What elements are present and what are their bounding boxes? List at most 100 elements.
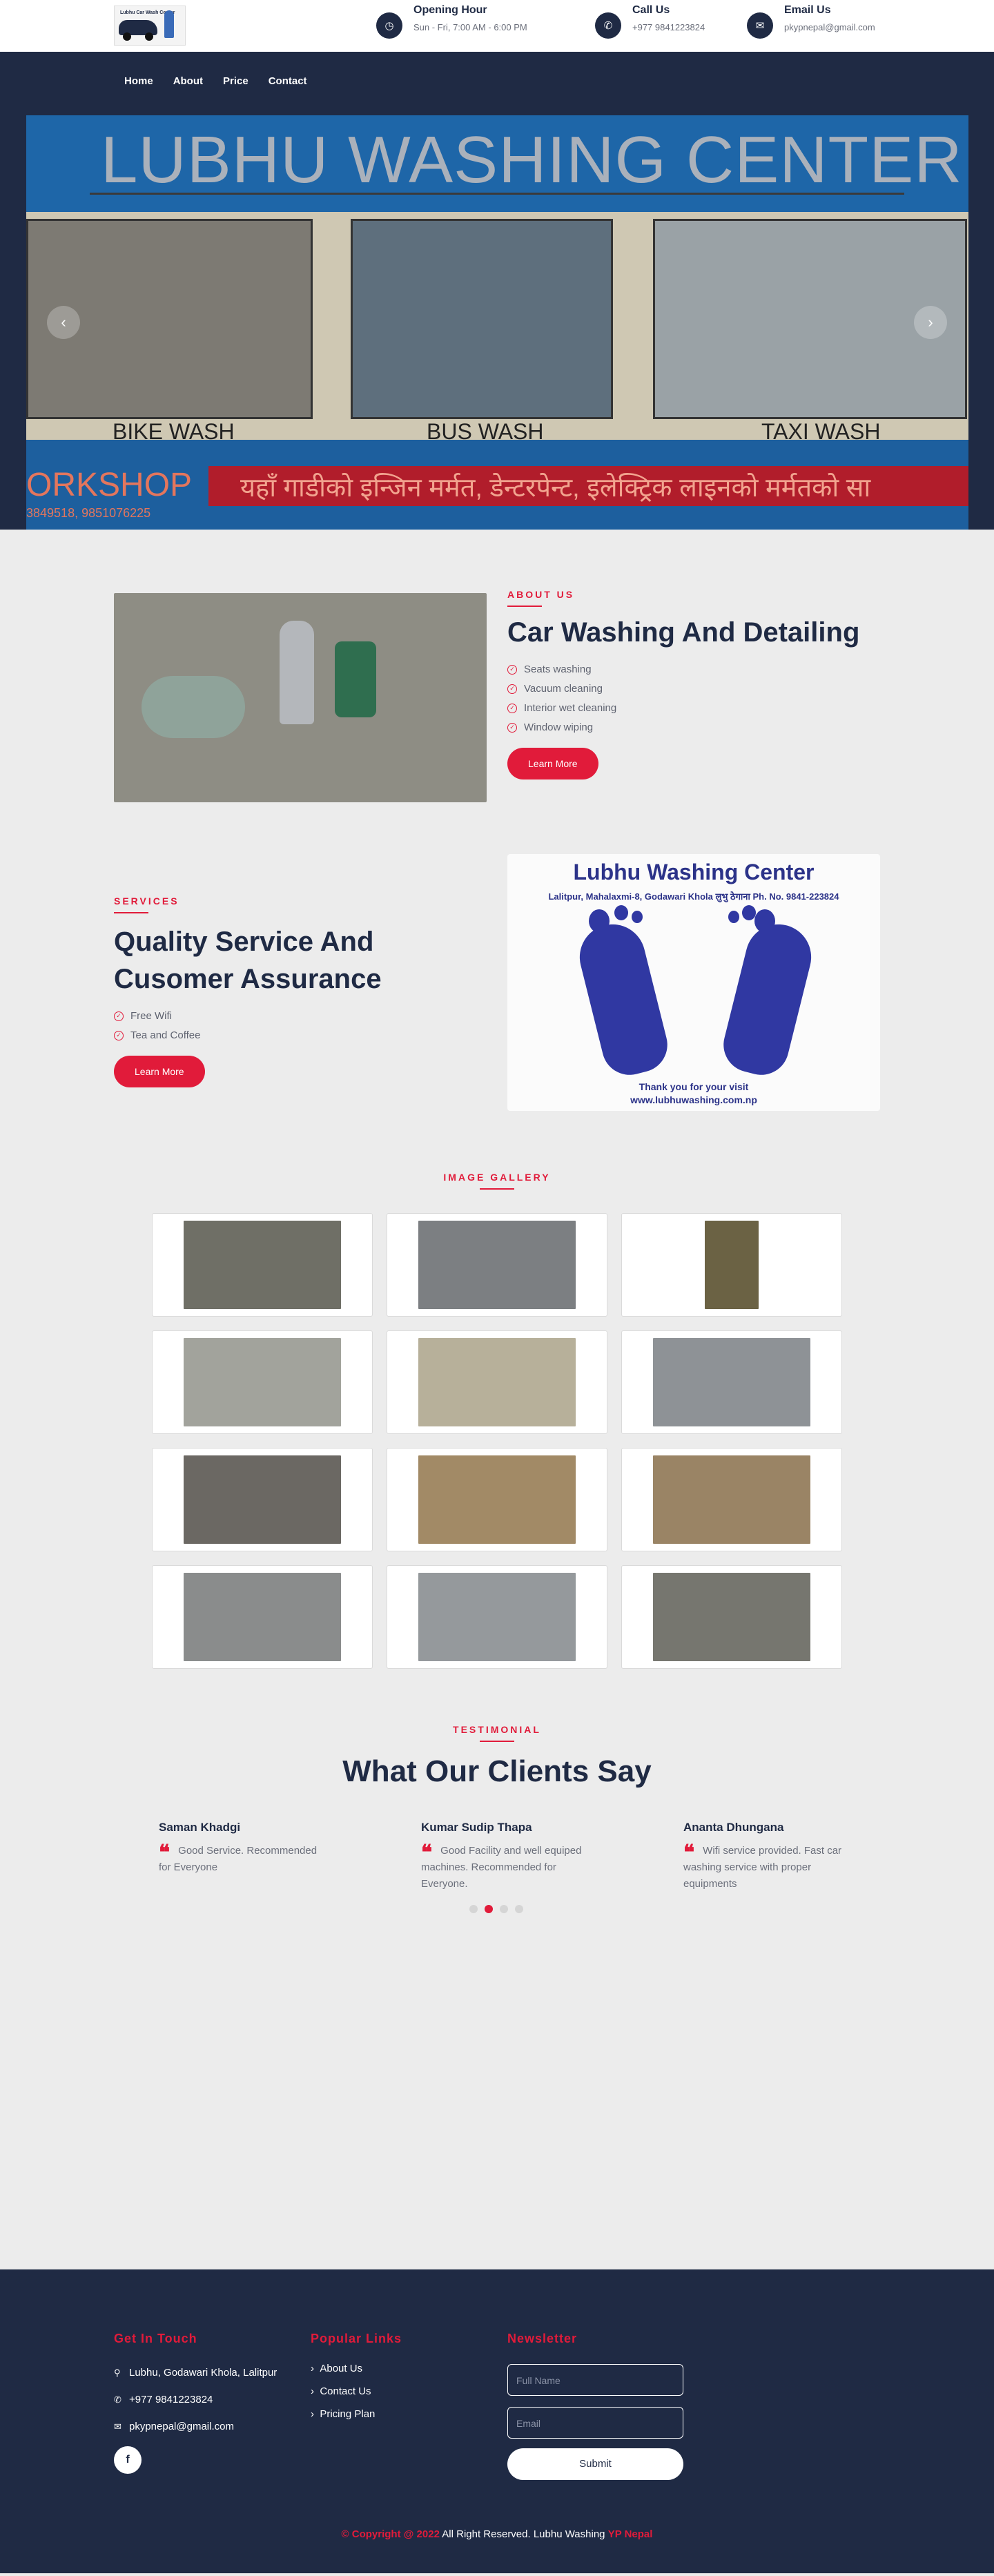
testimonial-item: Kumar Sudip Thapa ❝ Good Facility and wel…	[421, 1821, 683, 1892]
testimonial-item: Saman Khadgi ❝ Good Service. Recommended …	[159, 1821, 421, 1892]
banner-phones: 3849518, 9851076225	[26, 506, 151, 520]
top-bar: Lubhu Car Wash Center ◷ Opening Hour Sun…	[0, 0, 994, 52]
services-list: ✓ Free Wifi ✓ Tea and Coffee	[114, 1010, 438, 1041]
services-card-image: Lubhu Washing Center Lalitpur, Mahalaxmi…	[507, 854, 880, 1111]
call-number[interactable]: +977 9841223824	[632, 21, 705, 35]
logo[interactable]: Lubhu Car Wash Center	[114, 6, 186, 46]
footer-link-about[interactable]: › About Us	[311, 2363, 402, 2374]
gallery-photo	[653, 1573, 810, 1661]
check-icon: ✓	[114, 1011, 124, 1021]
copyright-brand-link[interactable]: YP Nepal	[608, 2528, 653, 2540]
bike-wash-caption: BIKE WASH	[113, 419, 235, 444]
newsletter-name-field[interactable]: Full Name	[507, 2364, 683, 2396]
list-item: ✓ Interior wet cleaning	[507, 702, 880, 714]
envelope-icon: ✉	[747, 12, 773, 39]
toe-shape	[742, 905, 756, 920]
testimonial-name: Saman Khadgi	[159, 1821, 241, 1834]
nav-contact[interactable]: Contact	[269, 75, 307, 87]
gallery-tile[interactable]	[152, 1330, 373, 1434]
call-info: ✆ Call Us +977 9841223824	[595, 3, 705, 39]
footer-newsletter: Newsletter Full Name Email Submit	[507, 2332, 683, 2480]
tank-shape	[280, 621, 314, 724]
footer-address-text: Lubhu, Godawari Khola, Lalitpur	[129, 2367, 277, 2379]
footer-link-text: About Us	[320, 2363, 363, 2374]
card-subtitle: Lalitpur, Mahalaxmi-8, Godawari Khola लु…	[548, 891, 839, 902]
footer: Get In Touch ⚲ Lubhu, Godawari Khola, Lal…	[0, 2269, 994, 2573]
newsletter-submit-button[interactable]: Submit	[507, 2448, 683, 2480]
gallery-tile[interactable]	[387, 1565, 607, 1669]
gallery-tile[interactable]	[152, 1448, 373, 1551]
gallery-tile[interactable]	[387, 1213, 607, 1317]
check-icon: ✓	[507, 684, 517, 694]
toe-shape	[589, 909, 610, 933]
vacuum-shape	[335, 641, 376, 717]
gallery-photo	[418, 1455, 576, 1544]
gallery-photo	[418, 1573, 576, 1661]
chevron-right-icon: ›	[311, 2408, 314, 2420]
list-item-text: Seats washing	[524, 664, 592, 675]
hero-banner: LUBHU WASHING CENTER BIKE WASH BUS WASH …	[26, 115, 968, 530]
bus-wash-caption: BUS WASH	[427, 419, 544, 444]
facebook-icon[interactable]: f	[114, 2446, 142, 2474]
newsletter-email-field[interactable]: Email	[507, 2407, 683, 2439]
carousel-dot[interactable]	[500, 1905, 508, 1913]
card-thanks-text: Thank you for your visit	[639, 1081, 749, 1092]
nav-about[interactable]: About	[173, 75, 203, 87]
list-item-text: Vacuum cleaning	[524, 683, 603, 695]
gallery-photo	[184, 1338, 341, 1426]
gallery-photo	[653, 1338, 810, 1426]
chevron-right-icon: ›	[311, 2363, 314, 2374]
list-item: ✓ Window wiping	[507, 722, 880, 733]
call-title: Call Us	[632, 4, 670, 16]
toe-shape	[754, 909, 775, 933]
gallery-tile[interactable]	[152, 1565, 373, 1669]
email-address[interactable]: pkypnepal@gmail.com	[784, 21, 875, 35]
gallery-tile[interactable]	[621, 1330, 842, 1434]
gallery-tile[interactable]	[387, 1448, 607, 1551]
gallery-tile[interactable]	[152, 1213, 373, 1317]
carousel-dot[interactable]	[469, 1905, 478, 1913]
clock-icon: ◷	[376, 12, 402, 39]
about-learn-more-button[interactable]: Learn More	[507, 748, 598, 779]
gallery-photo	[184, 1455, 341, 1544]
copyright-middle: All Right Reserved. Lubhu Washing	[439, 2528, 608, 2540]
list-item: ✓ Seats washing	[507, 664, 880, 675]
gallery-photo	[653, 1455, 810, 1544]
gallery-section: IMAGE GALLERY	[0, 1165, 994, 1724]
footer-link-contact[interactable]: › Contact Us	[311, 2385, 402, 2397]
footer-email-text[interactable]: pkypnepal@gmail.com	[129, 2421, 234, 2432]
services-section: SERVICES Quality Service And Cusomer Ass…	[0, 854, 994, 1165]
testimonial-label: TESTIMONIAL	[453, 1724, 541, 1735]
gallery-tile[interactable]	[387, 1330, 607, 1434]
about-heading: Car Washing And Detailing	[507, 617, 860, 648]
carousel-dot[interactable]	[515, 1905, 523, 1913]
carousel-prev-button[interactable]: ‹	[47, 306, 80, 339]
gallery-photo	[418, 1221, 576, 1309]
gallery-tile[interactable]	[621, 1213, 842, 1317]
nav-home[interactable]: Home	[124, 75, 153, 87]
testimonial-name: Kumar Sudip Thapa	[421, 1821, 532, 1834]
carousel-dot-active[interactable]	[485, 1905, 493, 1913]
testimonial-heading: What Our Clients Say	[342, 1754, 652, 1788]
gallery-tile[interactable]	[621, 1565, 842, 1669]
footer-link-pricing[interactable]: › Pricing Plan	[311, 2408, 402, 2420]
carousel-next-button[interactable]: ›	[914, 306, 947, 339]
email-title: Email Us	[784, 4, 831, 16]
nav-price[interactable]: Price	[223, 75, 248, 87]
footer-link-text: Contact Us	[320, 2385, 371, 2397]
testimonial-quote: Good Service. Recommended for Everyone	[159, 1845, 318, 1873]
label-underline	[507, 606, 542, 607]
footer-phone-text[interactable]: +977 9841223824	[129, 2394, 213, 2405]
check-icon: ✓	[507, 664, 517, 675]
list-item: ✓ Free Wifi	[114, 1010, 438, 1022]
gallery-tile[interactable]	[621, 1448, 842, 1551]
map-pin-icon: ⚲	[114, 2367, 121, 2378]
main-nav: Home About Price Contact	[0, 52, 994, 115]
phone-icon: ✆	[114, 2394, 121, 2405]
list-item-text: Interior wet cleaning	[524, 702, 617, 714]
opening-hour-info: ◷ Opening Hour Sun - Fri, 7:00 AM - 6:00…	[376, 3, 527, 39]
footer-link-text: Pricing Plan	[320, 2408, 376, 2420]
footprint-icon	[717, 917, 819, 1081]
check-icon: ✓	[507, 703, 517, 713]
services-learn-more-button[interactable]: Learn More	[114, 1056, 205, 1087]
